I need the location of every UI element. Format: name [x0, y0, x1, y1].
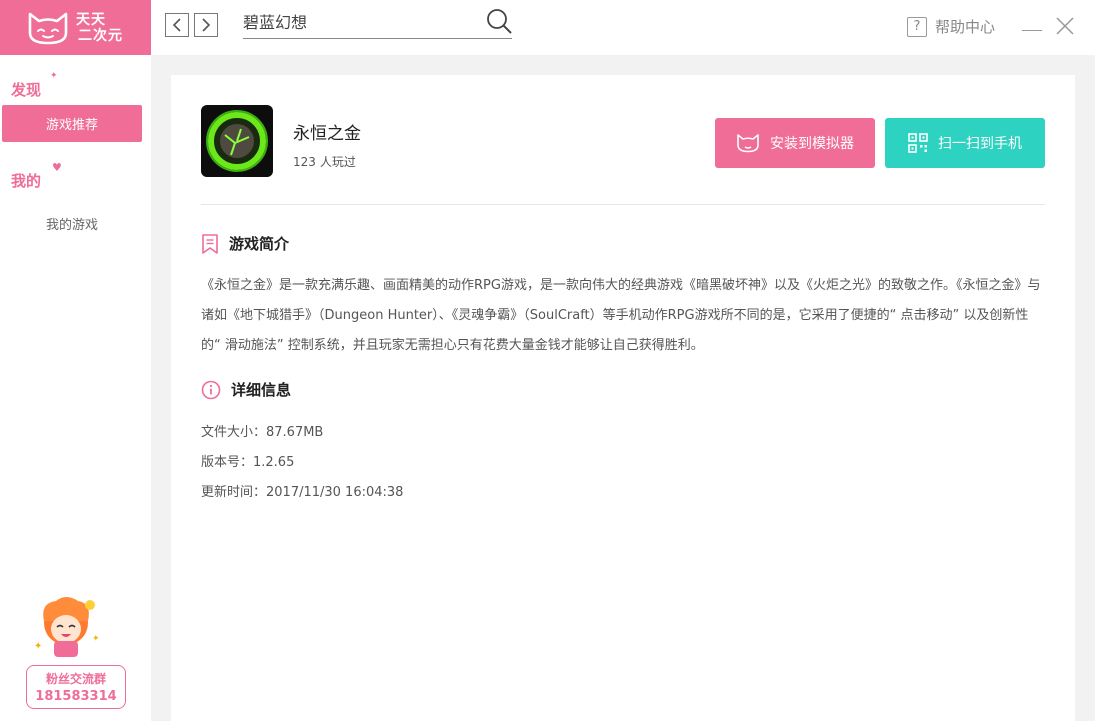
sidebar-section-mine: 我的: [11, 172, 42, 190]
back-button[interactable]: [165, 13, 189, 37]
fan-group-number: 181583314: [35, 689, 117, 704]
search-bar: [243, 6, 512, 39]
logo-text: 天天 二次元: [76, 12, 123, 44]
game-icon: [201, 105, 273, 177]
scan-to-phone-button[interactable]: 扫一扫到手机: [885, 118, 1045, 168]
chevron-right-icon: [202, 18, 211, 32]
help-icon: ?: [907, 16, 927, 37]
game-detail-card: 永恒之金 123 人玩过 安装到模拟器 扫一扫到手机 游戏简介 《永恒之金》是一…: [171, 75, 1075, 721]
install-to-emulator-button[interactable]: 安装到模拟器: [715, 118, 875, 168]
mascot-girl-icon: ✦ ✦: [34, 597, 100, 657]
install-button-label: 安装到模拟器: [770, 136, 854, 152]
game-description: 《永恒之金》是一款充满乐趣、画面精美的动作RPG游戏，是一款向伟大的经典游戏《暗…: [201, 278, 1041, 353]
bookmark-icon: [202, 233, 218, 254]
intro-section-title: 游戏简介: [201, 233, 289, 254]
divider: [201, 204, 1045, 205]
file-size-info: 文件大小：87.67MB: [201, 425, 324, 440]
version-info: 版本号：1.2.65: [201, 455, 295, 470]
details-section-title: 详细信息: [201, 379, 291, 400]
heart-icon: ♥: [52, 161, 62, 174]
info-icon: [201, 380, 221, 399]
chevron-left-icon: [172, 18, 181, 32]
game-title: 永恒之金: [293, 124, 361, 144]
fan-group-label: 粉丝交流群: [45, 672, 106, 686]
svg-text:✦: ✦: [92, 634, 100, 644]
sidebar-section-discover: 发现: [11, 81, 42, 99]
sparkle-icon: ✦: [50, 71, 58, 81]
fan-group-widget[interactable]: ✦ ✦ 粉丝交流群 181583314: [26, 593, 126, 709]
cat-icon: [737, 134, 759, 153]
top-bar: 天天 二次元 ? 帮助中心: [0, 0, 1095, 55]
minimize-button[interactable]: [1022, 30, 1042, 31]
app-logo[interactable]: 天天 二次元: [0, 0, 151, 55]
qr-code-icon: [908, 133, 928, 153]
play-count-suffix: 人玩过: [319, 155, 356, 169]
cat-logo-icon: [28, 12, 68, 44]
fan-group-box: 粉丝交流群 181583314: [26, 665, 126, 709]
play-count-number: 123: [293, 155, 316, 169]
help-center-label: 帮助中心: [935, 18, 996, 36]
play-count: 123 人玩过: [293, 153, 356, 170]
sidebar-item-recommend[interactable]: 游戏推荐: [2, 105, 142, 142]
search-input[interactable]: [243, 8, 473, 34]
forward-button[interactable]: [194, 13, 218, 37]
update-time-info: 更新时间：2017/11/30 16:04:38: [201, 485, 404, 500]
details-title-text: 详细信息: [231, 381, 292, 399]
svg-text:✦: ✦: [34, 641, 42, 652]
logo-text-line1: 天天: [76, 11, 106, 28]
close-icon[interactable]: [1055, 16, 1075, 36]
sidebar-item-my-games[interactable]: 我的游戏: [2, 205, 142, 242]
help-center-link[interactable]: ? 帮助中心: [907, 16, 995, 37]
search-icon[interactable]: [486, 8, 512, 34]
sidebar: 发现 ✦ 游戏推荐 我的 ♥ 我的游戏 ✦ ✦ 粉丝交流群 181583314: [0, 55, 151, 721]
intro-title-text: 游戏简介: [229, 235, 290, 253]
scan-button-label: 扫一扫到手机: [938, 136, 1022, 152]
logo-text-line2: 二次元: [78, 27, 123, 44]
